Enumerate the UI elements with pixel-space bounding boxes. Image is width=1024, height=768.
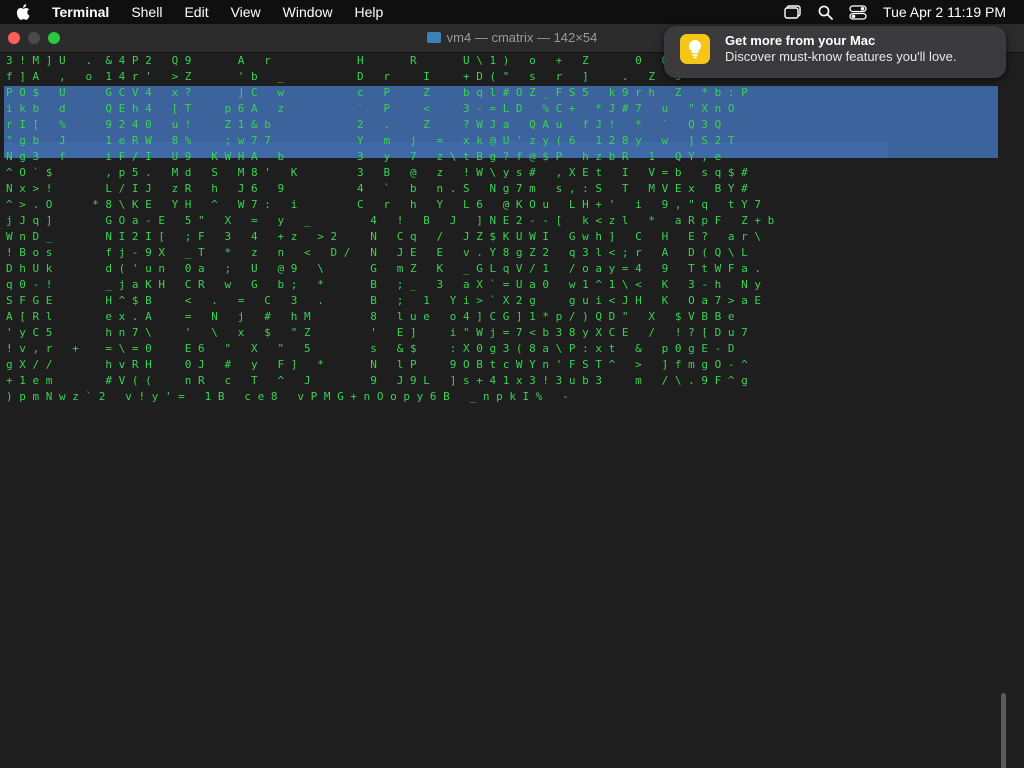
- control-center-icon[interactable]: [849, 4, 867, 20]
- matrix-line: ! B o s f j - 9 X _ T * z n < D / N J E …: [6, 246, 748, 259]
- menu-view[interactable]: View: [231, 4, 261, 20]
- matrix-line: j J q ] G O a - E 5 " X = y _ 4 ! B J ] …: [6, 214, 774, 227]
- matrix-line: D h U k d ( ' u n 0 a ; U @ 9 \ G m Z K …: [6, 262, 761, 275]
- window-title-text: vm4 — cmatrix — 142×54: [446, 30, 598, 45]
- matrix-line: g X / / h v R H 0 J # y F ] * N l P 9 O …: [6, 358, 748, 371]
- scrollbar-thumb[interactable]: [1001, 693, 1006, 768]
- menu-help[interactable]: Help: [354, 4, 383, 20]
- menu-bar-clock[interactable]: Tue Apr 2 11:19 PM: [883, 4, 1006, 20]
- matrix-line: ^ O ` $ , p 5 . M d S M 8 ' K 3 B @ z ! …: [6, 166, 748, 179]
- matrix-line: P O $ U G C V 4 x ? j C w c P Z b q l # …: [6, 86, 748, 99]
- terminal-output-area[interactable]: 3 ! M ] U . & 4 P 2 Q 9 A r H R U \ 1 ) …: [0, 53, 1010, 768]
- notification-title: Get more from your Mac: [725, 33, 876, 48]
- window-switcher-icon[interactable]: [784, 5, 802, 19]
- menu-edit[interactable]: Edit: [184, 4, 208, 20]
- cmatrix-rain: 3 ! M ] U . & 4 P 2 Q 9 A r H R U \ 1 ) …: [6, 54, 774, 403]
- menu-window[interactable]: Window: [283, 4, 333, 20]
- menu-bar-extras: Tue Apr 2 11:19 PM: [768, 0, 1006, 24]
- apple-menu-icon[interactable]: [16, 3, 38, 21]
- matrix-line: W n D _ N I 2 I [ ; F 3 4 + z > 2 N C q …: [6, 230, 761, 243]
- matrix-line: r I [ % 9 2 4 0 u ! Z 1 & b 2 . Z ? W J …: [6, 118, 721, 131]
- matrix-line: i k b d Q E h 4 [ T p 6 A z ` P < 3 - = …: [6, 102, 734, 115]
- matrix-line: ! v , r + = \ = 0 E 6 " X " 5 s & $ : X …: [6, 342, 734, 355]
- matrix-line: ' y C 5 h n 7 \ ' \ x $ " Z ' E ] i " W …: [6, 326, 748, 339]
- matrix-line: " g b J 1 e R W 8 % ; w 7 7 Y m j = x k …: [6, 134, 735, 147]
- tips-notification[interactable]: Get more from your Mac Discover must-kno…: [664, 26, 1006, 78]
- matrix-line: + 1 e m # V ( ( n R c T ^ J 9 J 9 L ] s …: [6, 374, 748, 387]
- matrix-line: f ] A , o 1 4 r ' > Z ' b _ D r I + D ( …: [6, 70, 682, 83]
- matrix-line: q 0 - ! _ j a K H C R w G b ; * B ; _ 3 …: [6, 278, 761, 291]
- menu-shell[interactable]: Shell: [131, 4, 162, 20]
- matrix-line: A [ R l e x . A = N j # h M 8 l u e o 4 …: [6, 310, 734, 323]
- matrix-line: N g 3 f i F / I U 9 K W H A b 3 y 7 z \ …: [6, 150, 721, 163]
- matrix-line: N x > ! L / I J z R h J 6 9 4 ` b n . S …: [6, 182, 748, 195]
- spotlight-search-icon[interactable]: [818, 5, 833, 20]
- matrix-line: S F G E H ^ $ B < . = C 3 . B ; 1 Y i > …: [6, 294, 761, 307]
- folder-icon: [426, 32, 441, 44]
- matrix-line: ) p m N w z ` 2 v ! y ' = 1 B c e 8 v P …: [6, 390, 569, 403]
- lightbulb-icon: [680, 34, 710, 64]
- menu-app-terminal[interactable]: Terminal: [52, 4, 109, 20]
- notification-body: Discover must-know features you'll love.: [725, 49, 957, 64]
- matrix-line: 3 ! M ] U . & 4 P 2 Q 9 A r H R U \ 1 ) …: [6, 54, 668, 67]
- matrix-line: ^ > . O * 8 \ K E Y H ^ W 7 : i C r h Y …: [6, 198, 761, 211]
- menu-bar: Terminal Shell Edit View Window Help Tue…: [0, 0, 1024, 24]
